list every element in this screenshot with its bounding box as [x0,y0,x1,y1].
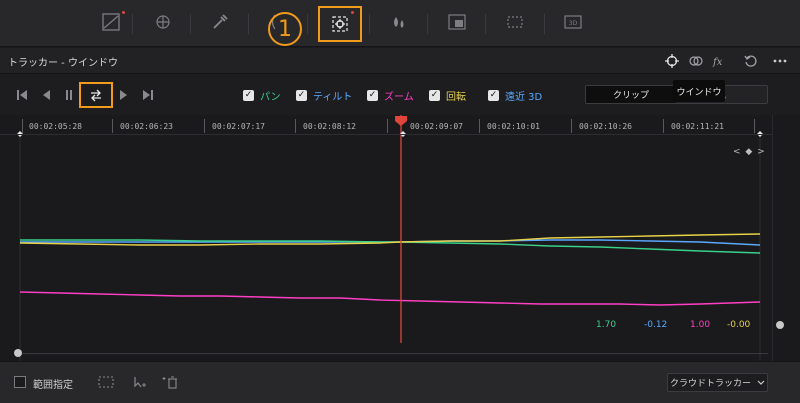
timecode-label: 00:02:05:28 [29,122,82,131]
ruler-tick [204,119,205,133]
cloud-tracker-dropdown[interactable]: クラウドトラッカー [667,373,768,392]
sizing-icon[interactable] [500,9,530,35]
zoom-curve [19,291,761,306]
track-to-start-icon[interactable] [14,87,30,103]
track-to-end-icon[interactable] [140,87,156,103]
check-icon: ✓ [429,90,440,101]
pan-value: 1.70 [596,320,617,330]
ruler-tick [387,119,388,133]
track-reverse-icon[interactable] [38,87,54,103]
pan-checkbox[interactable]: ✓ パン [243,88,281,103]
timecode-label: 00:02:11:21 [671,122,724,131]
timecode-label: 00:02:06:23 [120,122,173,131]
reset-icon[interactable] [741,51,761,71]
timecode-label: 00:02:09:07 [410,122,463,131]
tracker-header: トラッカー - ウインドウ fx [0,48,800,74]
ruler-tick [754,119,755,133]
timecode-ruler[interactable]: 00:02:05:28 00:02:06:23 00:02:07:17 00:0… [0,115,772,135]
toolbar-divider [248,14,249,34]
toolbar-divider [132,14,133,34]
ruler-tick [663,119,664,133]
horizontal-scroll[interactable] [0,345,772,361]
perspective-3d-checkbox[interactable]: ✓ 遠近 3D [488,88,542,103]
delete-point-icon[interactable] [160,373,180,391]
ruler-tick [112,119,113,133]
tooltip: ウインドウ [673,80,725,102]
ruler-tick [295,119,296,133]
check-icon: ✓ [296,90,307,101]
pan-label: パン [260,92,281,103]
toolbar-divider [190,14,191,34]
key-icon[interactable] [442,9,472,35]
palette-toolbar: 3D [0,0,800,47]
toolbar-divider [369,14,370,34]
frame-select-icon[interactable] [96,373,116,391]
zoom-checkbox[interactable]: ✓ ズーム [367,88,414,103]
svg-text:fx: fx [712,57,723,68]
check-icon: ✓ [488,90,499,101]
timecode-label: 00:02:07:17 [212,122,265,131]
ruler-tick [479,119,480,133]
track-one-frame-reverse-icon[interactable] [63,87,79,103]
perspective-3d-label: 遠近 3D [505,92,543,103]
tilt-value: -0.12 [644,320,668,330]
ruler-tick [571,119,572,133]
range-checkbox[interactable] [14,376,26,388]
rotate-checkbox[interactable]: ✓ 回転 [429,88,466,103]
more-options-icon[interactable] [770,51,790,71]
modified-dot [351,11,354,14]
toolbar-divider [427,14,428,34]
warper-icon[interactable] [148,9,178,35]
toolbar-divider [307,14,308,34]
svg-text:3D: 3D [569,20,578,27]
3d-icon[interactable]: 3D [558,9,588,35]
keyframe-nav-arrows[interactable]: < ◆ > [733,147,766,157]
track-forward-icon[interactable] [116,87,132,103]
vertical-zoom-knob[interactable] [776,321,784,329]
add-point-icon[interactable] [130,373,150,391]
timecode-label: 00:02:10:26 [579,122,632,131]
toolbar-divider [544,14,545,34]
range-label: 範囲指定 [33,380,73,391]
blur-icon[interactable] [384,9,414,35]
clip-mode-button[interactable]: クリップ [586,86,676,103]
rotate-value: -0.00 [727,320,751,330]
tracker-window-icon[interactable] [662,51,682,71]
chevron-down-icon [757,380,765,385]
modified-dot [122,11,125,14]
check-icon: ✓ [243,90,254,101]
ruler-tick [22,119,23,133]
horizontal-scroll-knob[interactable] [14,349,22,357]
curves-icon[interactable] [96,9,126,35]
stabilizer-icon[interactable] [686,51,706,71]
fx-icon[interactable]: fx [709,51,729,71]
qualifier-eyedropper-icon[interactable] [205,9,235,35]
zoom-label: ズーム [384,92,414,103]
tracker-footer: 範囲指定 クラウドトラッカー [0,361,800,403]
bidirectional-arrows-icon [91,89,101,102]
tilt-label: ティルト [313,92,353,103]
tracker-icon[interactable] [318,6,362,42]
tracker-graph: 00:02:05:28 00:02:06:23 00:02:07:17 00:0… [0,115,800,361]
vertical-zoom-scroll[interactable] [772,115,786,361]
timecode-label: 00:02:10:01 [487,122,540,131]
check-icon: ✓ [367,90,378,101]
timecode-label: 00:02:08:12 [303,122,356,131]
callout-1: 1 [268,12,302,46]
tilt-checkbox[interactable]: ✓ ティルト [296,88,352,103]
rotate-label: 回転 [446,92,466,103]
page-title: トラッカー - ウインドウ [8,58,118,69]
track-bidirectional-button[interactable] [79,82,113,108]
toolbar-divider [485,14,486,34]
horizontal-scroll-track [18,353,768,354]
cloud-tracker-label: クラウドトラッカー [669,379,751,389]
zoom-value: 1.00 [690,320,711,330]
